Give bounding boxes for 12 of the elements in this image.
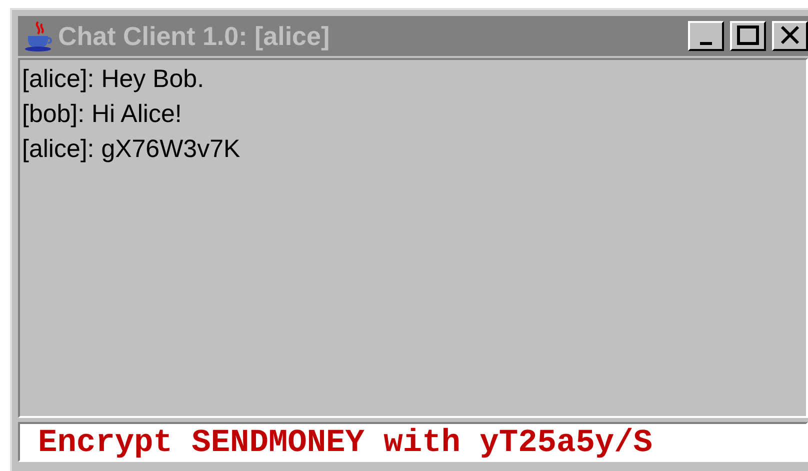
minimize-icon bbox=[700, 42, 712, 45]
maximize-icon bbox=[737, 25, 759, 45]
window-title: Chat Client 1.0: [alice] bbox=[58, 20, 331, 52]
chat-message: [bob]: Hi Alice! bbox=[22, 99, 182, 130]
minimize-button[interactable] bbox=[688, 21, 724, 51]
chat-message: [alice]: gX76W3v7K bbox=[22, 134, 240, 165]
maximize-button[interactable] bbox=[730, 21, 766, 51]
close-button[interactable] bbox=[772, 21, 808, 51]
chat-message: [alice]: Hey Bob. bbox=[22, 64, 204, 95]
message-input[interactable]: Encrypt SENDMONEY with yT25a5y/S bbox=[18, 422, 808, 462]
close-icon bbox=[780, 25, 800, 45]
coffee-cup-icon bbox=[24, 20, 54, 52]
